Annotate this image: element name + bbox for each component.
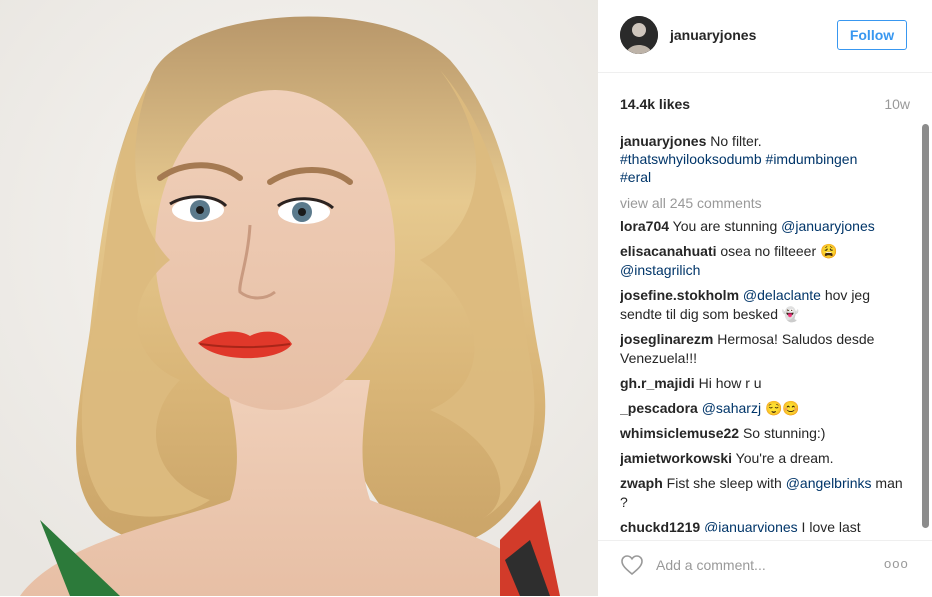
follow-button[interactable]: Follow bbox=[837, 20, 907, 50]
avatar-image bbox=[620, 16, 658, 54]
comment-mention[interactable]: @januaryjones bbox=[781, 218, 875, 234]
caption-username[interactable]: januaryjones bbox=[620, 133, 706, 149]
hashtag[interactable]: #eral bbox=[620, 169, 651, 185]
instagram-post: januaryjones Follow 14.4k likes 10w janu… bbox=[0, 0, 932, 596]
heart-outline-icon[interactable] bbox=[620, 554, 644, 576]
comment-username[interactable]: jamietworkowski bbox=[620, 450, 732, 466]
likes-row: 14.4k likes 10w bbox=[620, 96, 910, 116]
comment-username[interactable]: gh.r_majidi bbox=[620, 375, 695, 391]
comment-item: whimsiclemuse22 So stunning:) bbox=[620, 424, 910, 443]
comment-mention[interactable]: @saharzj bbox=[702, 400, 761, 416]
comment-item: josefine.stokholm @delaclante hov jeg se… bbox=[620, 286, 910, 324]
post-username[interactable]: januaryjones bbox=[670, 27, 756, 43]
comment-username[interactable]: _pescadora bbox=[620, 400, 698, 416]
comment-item: _pescadora @saharzj 😌😊 bbox=[620, 399, 910, 418]
view-all-comments-link[interactable]: view all 245 comments bbox=[620, 194, 910, 212]
post-time[interactable]: 10w bbox=[884, 96, 910, 112]
comment-text: Fist she sleep with bbox=[662, 475, 786, 491]
comment-mention[interactable]: @delaclante bbox=[743, 287, 821, 303]
comment-text: You are stunning bbox=[669, 218, 782, 234]
hashtag[interactable]: #thatswhyilooksodumb bbox=[620, 151, 762, 167]
comment-text: 😌😊 bbox=[761, 400, 800, 416]
comment-mention[interactable]: @angelbrinks bbox=[786, 475, 872, 491]
comment-username[interactable]: joseglinarezm bbox=[620, 331, 713, 347]
comment-text: osea no filteeer 😩 bbox=[716, 243, 838, 259]
caption-text: No filter. bbox=[706, 133, 762, 149]
comment-text: You're a dream. bbox=[732, 450, 834, 466]
portrait-image bbox=[0, 0, 598, 596]
post-panel: januaryjones Follow 14.4k likes 10w janu… bbox=[598, 0, 932, 596]
more-options-icon[interactable]: ooo bbox=[884, 556, 909, 571]
post-photo[interactable] bbox=[0, 0, 598, 596]
avatar[interactable] bbox=[620, 16, 658, 54]
post-header: januaryjones Follow bbox=[598, 0, 932, 73]
comments-scrollbar[interactable] bbox=[922, 124, 929, 528]
comments-list[interactable]: januaryjones No filter. #thatswhyilookso… bbox=[620, 132, 910, 532]
comment-username[interactable]: whimsiclemuse22 bbox=[620, 425, 739, 441]
comment-mention[interactable]: @instagrilich bbox=[620, 262, 700, 278]
comment-mention[interactable]: @ianuarviones bbox=[704, 519, 798, 532]
comment-username[interactable]: lora704 bbox=[620, 218, 669, 234]
comment-text: I love last bbox=[797, 519, 861, 532]
comment-username[interactable]: zwaph bbox=[620, 475, 663, 491]
comment-item: chuckd1219 @ianuarviones I love last bbox=[620, 518, 910, 532]
likes-count[interactable]: 14.4k likes bbox=[620, 96, 690, 112]
comment-item: zwaph Fist she sleep with @angelbrinks m… bbox=[620, 474, 910, 512]
comment-item: jamietworkowski You're a dream. bbox=[620, 449, 910, 468]
comment-item: gh.r_majidi Hi how r u bbox=[620, 374, 910, 393]
comment-text: Hi how r u bbox=[694, 375, 762, 391]
comment-item: lora704 You are stunning @januaryjones bbox=[620, 217, 910, 236]
scrollbar-thumb[interactable] bbox=[922, 124, 929, 528]
comment-username[interactable]: josefine.stokholm bbox=[620, 287, 739, 303]
add-comment-input[interactable]: Add a comment... bbox=[656, 557, 766, 573]
comment-item: elisacanahuati osea no filteeer 😩 @insta… bbox=[620, 242, 910, 280]
comment-username[interactable]: chuckd1219 bbox=[620, 519, 700, 532]
comment-text: So stunning:) bbox=[739, 425, 826, 441]
comment-item: joseglinarezm Hermosa! Saludos desde Ven… bbox=[620, 330, 910, 368]
comment-username[interactable]: elisacanahuati bbox=[620, 243, 717, 259]
post-footer: Add a comment... ooo bbox=[598, 540, 932, 597]
hashtag[interactable]: #imdumbingen bbox=[766, 151, 858, 167]
post-caption: januaryjones No filter. #thatswhyilookso… bbox=[620, 132, 910, 186]
